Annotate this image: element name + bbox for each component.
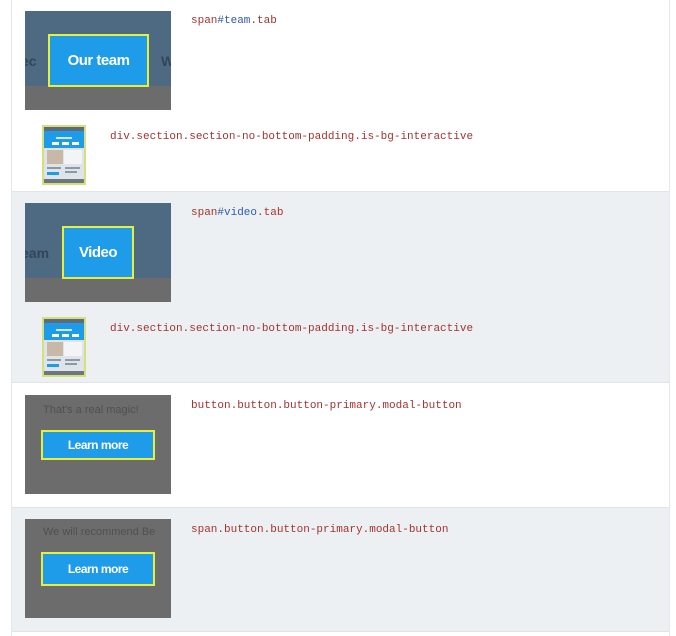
selector-text[interactable]: div.section.section-no-bottom-padding.is… — [110, 323, 473, 335]
context-text: That's a real magic! — [43, 404, 139, 416]
element-screenshot[interactable]: We will recommend Be Learn more — [25, 519, 171, 618]
highlighted-element: Learn more — [41, 430, 155, 460]
selector-text[interactable]: span#team.tab — [191, 15, 277, 27]
result-row: ec W Our team span#team.tab div.section.… — [12, 0, 669, 191]
result-row: We will recommend Be Learn more span.but… — [12, 507, 669, 632]
ghost-text-left: ec — [25, 53, 37, 69]
ghost-text-right: W — [161, 53, 171, 69]
element-screenshot[interactable]: eam Video — [25, 203, 171, 302]
selector-text[interactable]: button.button.button-primary.modal-butto… — [191, 400, 462, 412]
context-text: We will recommend Be — [43, 526, 156, 538]
highlighted-element: Learn more — [41, 552, 155, 586]
selector-text[interactable]: div.section.section-no-bottom-padding.is… — [110, 131, 473, 143]
page-screenshot[interactable] — [42, 125, 86, 185]
highlighted-element: Video — [62, 226, 134, 279]
selector-text[interactable]: span#video.tab — [191, 207, 283, 219]
ghost-text-left: eam — [25, 245, 50, 261]
result-row-next — [12, 631, 669, 636]
result-row: eam Video span#video.tab div.section.sec… — [12, 191, 669, 383]
page-screenshot[interactable] — [42, 317, 86, 377]
result-row: That's a real magic! Learn more button.b… — [12, 382, 669, 508]
results-list: ec W Our team span#team.tab div.section.… — [11, 0, 670, 636]
element-screenshot[interactable]: That's a real magic! Learn more — [25, 395, 171, 494]
selector-text[interactable]: span.button.button-primary.modal-button — [191, 524, 448, 536]
highlighted-element: Our team — [48, 34, 149, 87]
element-screenshot[interactable]: ec W Our team — [25, 11, 171, 110]
